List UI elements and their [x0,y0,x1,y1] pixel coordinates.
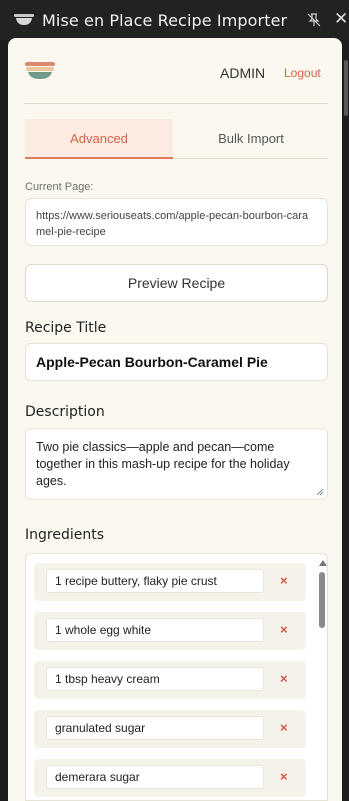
ingredient-input[interactable]: demerara sugar [46,765,264,789]
ingredients-label: Ingredients [25,527,104,543]
recipe-title-label: Recipe Title [25,320,107,336]
bowl-logo-icon [14,14,34,25]
remove-ingredient-icon[interactable]: × [280,573,288,589]
ingredient-row: 1 recipe buttery, flaky pie crust × [34,563,306,601]
current-page-label: Current Page: [25,181,94,193]
current-page-url: https://www.seriouseats.com/apple-pecan-… [25,198,328,246]
window-titlebar: Mise en Place Recipe Importer ✕ [0,0,349,40]
description-text: Two pie classics—apple and pecan—come to… [36,440,290,488]
preview-recipe-button[interactable]: Preview Recipe [25,264,328,302]
resize-grip-icon[interactable] [316,488,324,496]
importer-panel: ADMIN Logout Advanced Bulk Import Curren… [8,38,342,801]
scroll-up-icon[interactable] [319,560,327,566]
ingredient-row: 1 whole egg white × [34,612,306,650]
close-icon[interactable]: ✕ [334,10,348,28]
remove-ingredient-icon[interactable]: × [280,622,288,638]
bowl-logo-icon [25,62,55,79]
ingredient-row: granulated sugar × [34,710,306,748]
description-label: Description [25,404,105,420]
window-scrollbar-thumb[interactable] [344,60,348,116]
logout-link[interactable]: Logout [284,66,321,80]
remove-ingredient-icon[interactable]: × [280,671,288,687]
description-textarea[interactable]: Two pie classics—apple and pecan—come to… [25,428,328,500]
user-label: ADMIN [220,65,266,81]
ingredient-row: demerara sugar × [34,759,306,797]
header-divider [24,103,328,104]
recipe-title-input[interactable]: Apple-Pecan Bourbon-Caramel Pie [25,343,328,381]
tab-advanced[interactable]: Advanced [25,119,173,159]
remove-ingredient-icon[interactable]: × [280,769,288,785]
ingredient-input[interactable]: 1 recipe buttery, flaky pie crust [46,569,264,593]
ingredient-input[interactable]: 1 tbsp heavy cream [46,667,264,691]
window-scrollbar[interactable] [343,40,349,801]
ingredients-list: 1 recipe buttery, flaky pie crust × 1 wh… [25,553,328,801]
ingredient-input[interactable]: 1 whole egg white [46,618,264,642]
pin-off-icon[interactable] [307,13,321,27]
window-title: Mise en Place Recipe Importer [42,11,288,30]
ingredient-input[interactable]: granulated sugar [46,716,264,740]
ingredient-row: 1 tbsp heavy cream × [34,661,306,699]
remove-ingredient-icon[interactable]: × [280,720,288,736]
tab-bulk-import[interactable]: Bulk Import [174,119,328,159]
ingredients-scrollbar-thumb[interactable] [319,572,325,628]
ingredients-scrollbar[interactable] [316,554,327,800]
